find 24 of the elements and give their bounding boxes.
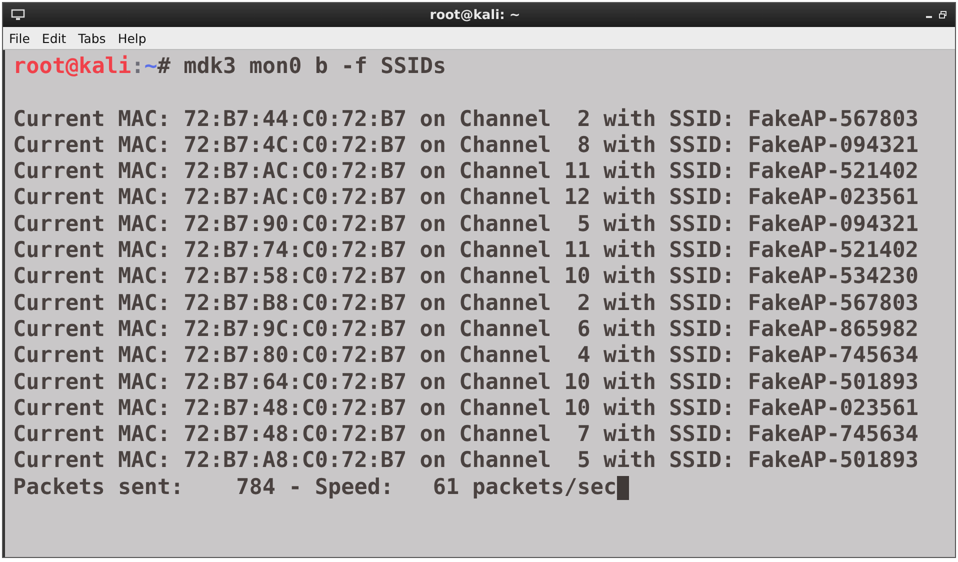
menu-item[interactable]: Help xyxy=(118,30,146,46)
maximize-icon[interactable] xyxy=(939,11,947,19)
output-line: Current MAC: 72:B7:48:C0:72:B7 on Channel 7 with SSID: FakeAP-745634 xyxy=(13,422,920,448)
terminal-icon xyxy=(11,9,25,21)
menu-item[interactable]: File xyxy=(9,30,30,46)
output-line: Current MAC: 72:B7:58:C0:72:B7 on Channel 10 with SSID: FakeAP-534230 xyxy=(13,264,920,291)
menu-item[interactable]: Edit xyxy=(42,30,66,46)
output-line: Current MAC: 72:B7:A8:C0:72:B7 on Channel 5 with SSID: FakeAP-501893 xyxy=(13,448,920,475)
cursor-icon xyxy=(616,476,629,500)
output-line: Current MAC: 72:B7:4C:C0:72:B7 on Channel 8 with SSID: FakeAP-094321 xyxy=(13,132,920,160)
output-line: Current MAC: 72:B7:9C:C0:72:B7 on Channel 6 with SSID: FakeAP-865982 xyxy=(13,316,920,344)
output-line: Current MAC: 72:B7:74:C0:72:B7 on Channel 11 with SSID: FakeAP-521402 xyxy=(13,238,920,264)
output-line: Current MAC: 72:B7:B8:C0:72:B7 on Channel 2 with SSID: FakeAP-567803 xyxy=(13,290,920,317)
menu-item[interactable]: Tabs xyxy=(78,30,106,46)
window-title: root@kali: ~ xyxy=(428,8,522,22)
output-line: Current MAC: 72:B7:64:C0:72:B7 on Channel 10 with SSID: FakeAP-501893 xyxy=(13,370,920,396)
output-line: Current MAC: 72:B7:AC:C0:72:B7 on Channel 11 with SSID: FakeAP-521402 xyxy=(13,159,920,186)
output-line: Packets sent: 784 - Speed: 61 packets/sec xyxy=(13,474,617,502)
prompt-line: root@kali:~# mdk3 mon0 b -f SSIDs xyxy=(13,54,448,80)
output-line: Current MAC: 72:B7:44:C0:72:B7 on Channel 2 with SSID: FakeAP-567803 xyxy=(13,106,920,133)
output-line: Current MAC: 72:B7:80:C0:72:B7 on Channel 4 with SSID: FakeAP-745634 xyxy=(13,343,920,370)
output-line: Current MAC: 72:B7:90:C0:72:B7 on Channel 5 with SSID: FakeAP-094321 xyxy=(13,212,920,238)
output-line: Current MAC: 72:B7:48:C0:72:B7 on Channel 10 with SSID: FakeAP-023561 xyxy=(13,396,920,422)
output-line: Current MAC: 72:B7:AC:C0:72:B7 on Channel 12 with SSID: FakeAP-023561 xyxy=(13,185,920,212)
